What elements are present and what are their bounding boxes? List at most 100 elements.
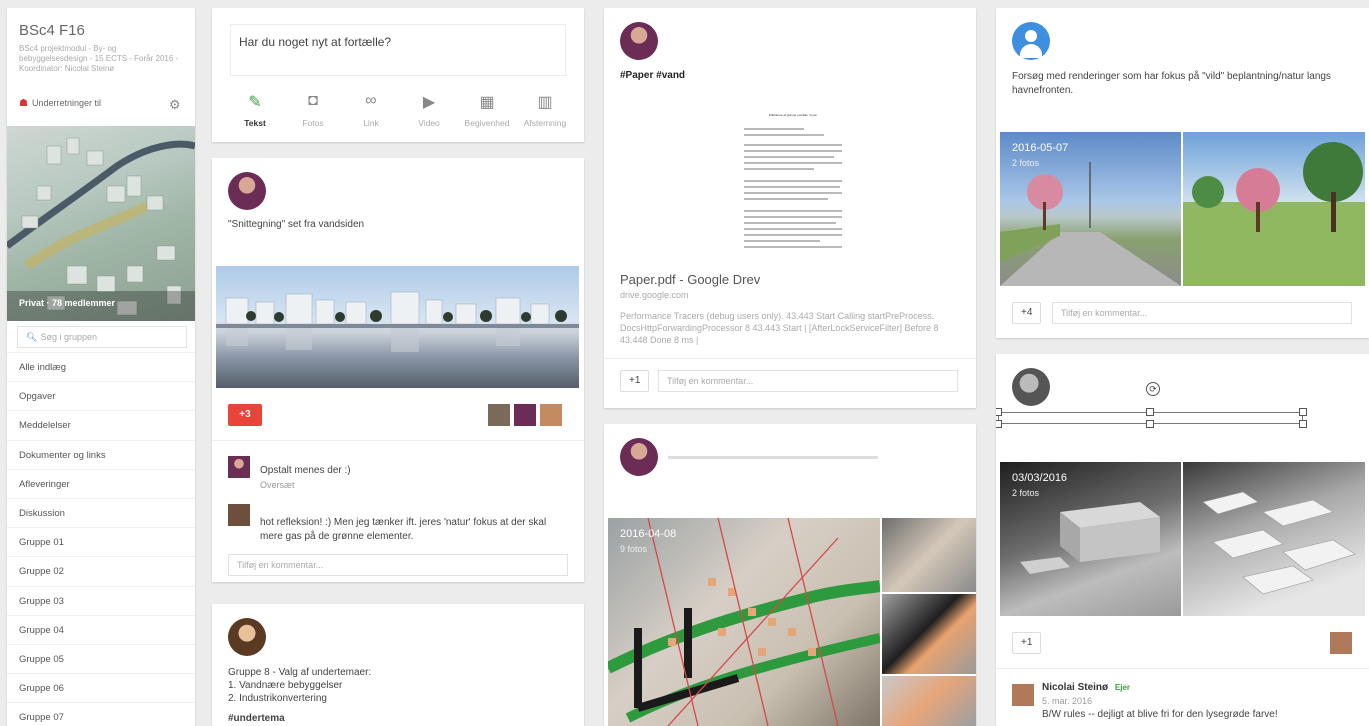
post-image-thumb[interactable] — [882, 594, 976, 674]
comment-input[interactable]: Tilføj en kommentar... — [1052, 302, 1352, 324]
nav-item-discussion[interactable]: Diskussion — [7, 497, 195, 527]
resize-handle[interactable] — [1146, 408, 1154, 416]
post-image-main[interactable] — [608, 518, 880, 726]
album-count: 2 fotos — [1012, 488, 1040, 498]
commenter-avatar[interactable] — [228, 504, 250, 526]
author-avatar[interactable] — [228, 618, 266, 656]
notifications-toggle[interactable]: ☗ Underretninger til — [19, 98, 101, 109]
tool-photos[interactable]: ◘ Fotos — [288, 92, 338, 128]
post-image[interactable] — [216, 266, 579, 388]
pdf-preview[interactable]: Effekterne af grønne områder i byen — [604, 102, 976, 260]
nav-item-announcements[interactable]: Meddelelser — [7, 410, 195, 439]
author-avatar[interactable] — [620, 22, 658, 60]
resize-handle[interactable] — [1146, 420, 1154, 428]
post-image-left[interactable] — [1000, 462, 1181, 616]
comment-input[interactable]: Tilføj en kommentar... — [658, 370, 958, 392]
tool-poll[interactable]: ▥ Afstemning — [520, 92, 570, 128]
nav-item-group-06[interactable]: Gruppe 06 — [7, 673, 195, 702]
post-image-thumb[interactable] — [882, 676, 976, 726]
post-image-right[interactable] — [1183, 462, 1365, 616]
nav-item-group-02[interactable]: Gruppe 02 — [7, 556, 195, 585]
gear-icon[interactable]: ⚙ — [169, 97, 181, 113]
search-icon: 🔍︎ — [26, 332, 38, 342]
resize-handle[interactable] — [996, 408, 1002, 416]
comment-input[interactable]: Tilføj en kommentar... — [228, 554, 568, 576]
plus-one-button[interactable]: +1 — [620, 370, 650, 392]
notification-icon: ☗ — [19, 98, 28, 109]
tool-event[interactable]: ▦ Begivenhed — [462, 92, 512, 128]
comment-author-name: Nicolai Steinø — [1042, 682, 1109, 693]
group-description: BSc4 projektmodul - By- og bebyggelsesde… — [19, 44, 179, 73]
user-avatar-icon[interactable] — [1012, 22, 1050, 60]
plus-one-avatar[interactable] — [1330, 632, 1352, 654]
author-avatar[interactable] — [620, 438, 658, 476]
plus-one-button[interactable]: +1 — [1012, 632, 1042, 654]
pdf-line — [744, 144, 842, 146]
tool-label: Tekst — [244, 118, 266, 128]
video-icon: ▶ — [422, 94, 436, 111]
tool-label: Link — [363, 118, 379, 128]
pdf-line — [744, 216, 842, 218]
post-composer: Har du noget nyt at fortælle? ✎ Tekst ◘ … — [212, 8, 584, 142]
author-avatar[interactable] — [1012, 368, 1050, 406]
composer-toolbar: ✎ Tekst ◘ Fotos ∞ Link ▶ Video ▦ Begiven… — [230, 92, 570, 128]
nav-item-all-posts[interactable]: Alle indlæg — [7, 352, 195, 381]
nav-item-group-07[interactable]: Gruppe 07 — [7, 702, 195, 726]
calendar-icon: ▦ — [479, 94, 495, 111]
plus-one-avatar[interactable] — [540, 404, 562, 426]
group-cover-image — [7, 126, 195, 321]
plus-one-button[interactable]: +4 — [1012, 302, 1042, 324]
nav-item-group-01[interactable]: Gruppe 01 — [7, 527, 195, 556]
nav-item-documents[interactable]: Dokumenter og links — [7, 439, 195, 469]
nav-item-group-05[interactable]: Gruppe 05 — [7, 643, 195, 673]
link-title[interactable]: Paper.pdf - Google Drev — [620, 272, 760, 287]
blurred-text — [668, 456, 878, 459]
post-card: Gruppe 8 - Valg af undertemaer: 1. Vandn… — [212, 604, 584, 726]
post-hashtags[interactable]: #Paper #vand — [620, 70, 685, 81]
author-avatar[interactable] — [228, 172, 266, 210]
album-count: 9 fotos — [620, 544, 648, 554]
compose-input[interactable]: Har du noget nyt at fortælle? — [230, 24, 566, 76]
translate-link[interactable]: Oversæt — [260, 480, 295, 490]
post-text: Forsøg med renderinger som har fokus på … — [1012, 71, 1331, 96]
post-card: Forsøg med renderinger som har fokus på … — [996, 8, 1369, 338]
post-image-left[interactable] — [1000, 132, 1181, 286]
pdf-line — [744, 128, 804, 130]
tool-label: Fotos — [302, 118, 324, 128]
divider — [212, 440, 584, 441]
tool-text[interactable]: ✎ Tekst — [230, 92, 280, 128]
nav-item-group-04[interactable]: Gruppe 04 — [7, 614, 195, 644]
plus-one-avatar[interactable] — [488, 404, 510, 426]
divider — [996, 668, 1369, 669]
post-card: #Paper #vand Effekterne af grønne område… — [604, 8, 976, 408]
resize-handle[interactable] — [996, 420, 1002, 428]
tool-link[interactable]: ∞ Link — [346, 92, 396, 128]
tool-video[interactable]: ▶ Video — [404, 92, 454, 128]
nav-item-submissions[interactable]: Afleveringer — [7, 468, 195, 498]
commenter-avatar[interactable] — [1012, 684, 1034, 706]
resize-handle[interactable] — [1299, 420, 1307, 428]
group-search-input[interactable]: 🔍︎ Søg i gruppen — [17, 326, 187, 348]
rotate-handle-icon[interactable]: ⟳ — [1146, 382, 1160, 396]
plus-one-button[interactable]: +3 — [228, 404, 262, 426]
post-image-right[interactable] — [1183, 132, 1365, 286]
comment-text: B/W rules -- dejligt at blive fri for de… — [1042, 709, 1278, 720]
comment-author[interactable]: Nicolai Steinø Ejer — [1042, 682, 1130, 693]
album-date: 03/03/2016 — [1012, 472, 1068, 484]
post-image-thumb[interactable] — [882, 518, 976, 592]
pdf-line — [744, 156, 834, 158]
hashtag[interactable]: #undertema — [228, 712, 285, 726]
nav-item-tasks[interactable]: Opgaver — [7, 381, 195, 410]
commenter-avatar[interactable] — [228, 456, 250, 478]
album-count: 2 fotos — [1012, 158, 1040, 168]
resize-handle[interactable] — [1299, 408, 1307, 416]
post-text-line: 2. Industrikonvertering — [228, 693, 327, 704]
nav-item-group-03[interactable]: Gruppe 03 — [7, 585, 195, 615]
post-card: 2016-04-08 9 fotos — [604, 424, 976, 726]
plus-one-avatar[interactable] — [514, 404, 536, 426]
post-text: "Snittegning" set fra vandsiden — [228, 219, 365, 230]
pdf-line — [744, 198, 828, 200]
post-card: ⟳ 03/03/2016 2 fotos +1 Nicolai Steinø E… — [996, 354, 1369, 726]
link-description: Performance Tracers (debug users only). … — [620, 311, 939, 346]
pdf-line — [744, 186, 840, 188]
